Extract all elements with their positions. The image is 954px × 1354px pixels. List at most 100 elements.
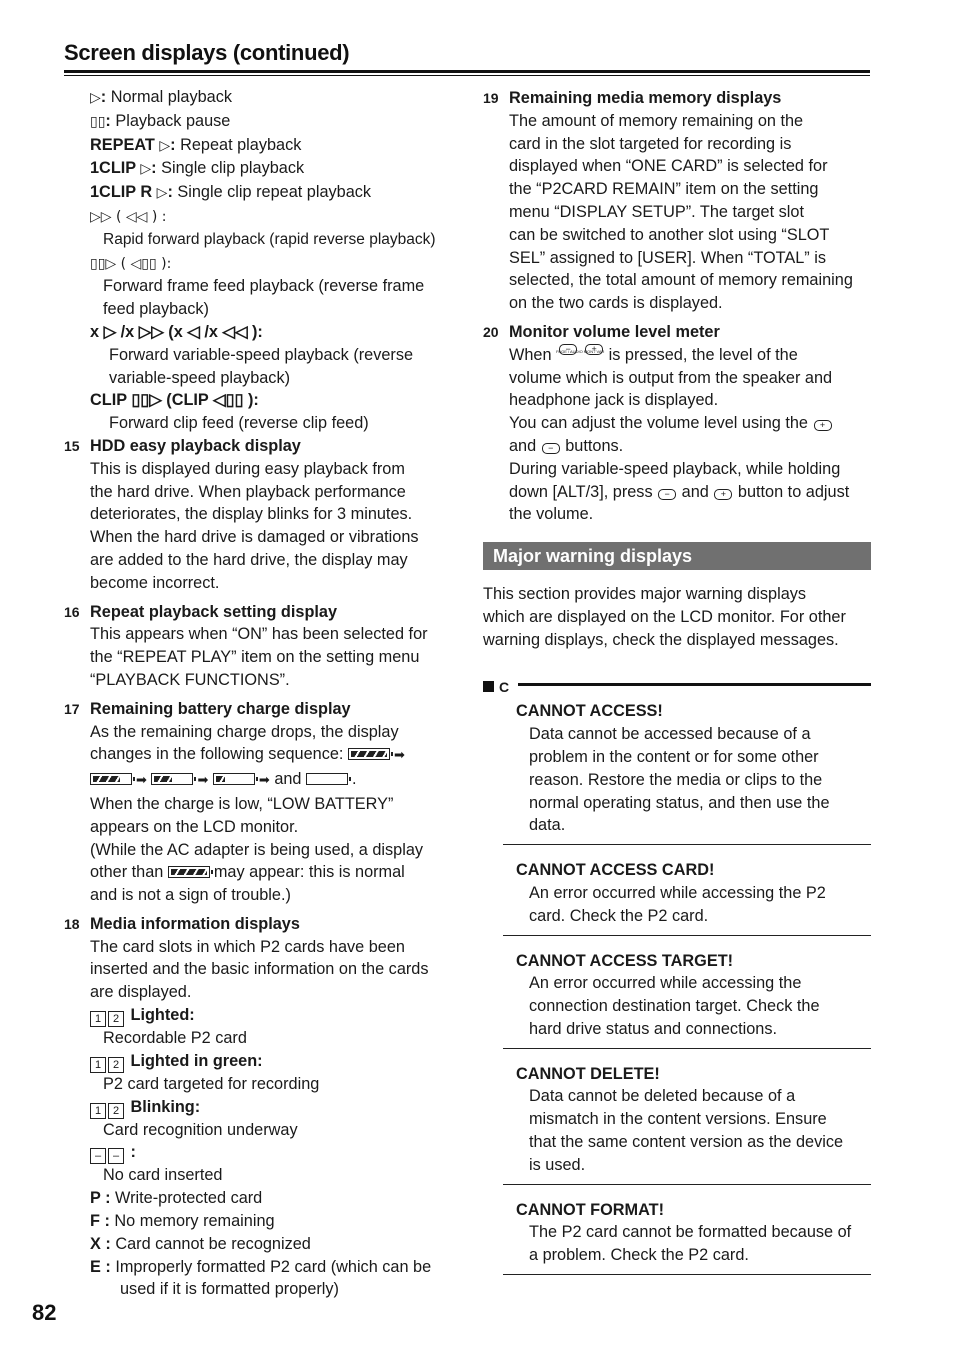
- slot-state-item: – – :: [90, 1141, 464, 1165]
- text-line: Data cannot be deleted because of a: [529, 1087, 796, 1106]
- text: and: [681, 482, 709, 501]
- playback-symbol-icon: ▷: [159, 137, 171, 154]
- card-code: X: [90, 1234, 106, 1253]
- text: button to adjust: [737, 482, 850, 501]
- text-line: menu “DISPLAY SETUP”. The target slot: [509, 202, 804, 221]
- battery-fill: [154, 776, 173, 783]
- text: buttons.: [565, 436, 624, 455]
- warning-item: CANNOT DELETE! Data cannot be deleted bec…: [503, 1049, 871, 1185]
- playback-symbol-icon: ▷: [156, 185, 168, 202]
- text-line: An error occurred while accessing the P2: [529, 883, 826, 902]
- card-slot-icon: 2: [108, 1056, 124, 1073]
- section-20: 20 Monitor volume level meter When − + PA…: [483, 321, 871, 526]
- text-line: hard drive status and connections.: [529, 1019, 777, 1038]
- card-code-item: X : Card cannot be recognized: [90, 1233, 464, 1256]
- card-slot-icon: 1: [90, 1102, 106, 1119]
- text-line: (While the AC adapter is being used, a d…: [90, 840, 424, 859]
- section-title: Media information displays: [90, 914, 300, 933]
- warning-desc: Data cannot be deleted because of a misma…: [516, 1085, 871, 1176]
- text-line: the “P2CARD REMAIN” item on the setting: [509, 180, 819, 199]
- battery-fill: [170, 869, 207, 876]
- slot-state-item: 12 Lighted in green:: [90, 1050, 464, 1073]
- playback-mode-item: ▯▯: Playback pause: [64, 110, 464, 134]
- warning-desc: An error occurred while accessing the con…: [516, 972, 871, 1040]
- text-line: inserted and the basic information on th…: [90, 960, 429, 979]
- text-line: a problem. Check the P2 card.: [529, 1246, 749, 1265]
- text: other than: [90, 863, 164, 882]
- section-number: 19: [483, 90, 499, 106]
- battery-icon: [151, 773, 197, 786]
- battery-icon: [90, 773, 135, 786]
- section-number: 17: [64, 700, 80, 717]
- colon: :: [105, 1234, 116, 1253]
- text-line: the hard drive. When playback performanc…: [90, 482, 406, 501]
- card-code-item: F : No memory remaining: [90, 1210, 464, 1233]
- card-code-item: P : Write-protected card: [90, 1187, 464, 1210]
- card-slot-icon: 2: [108, 1011, 124, 1028]
- text-line: data.: [529, 816, 566, 835]
- text-line: warning displays, check the displayed me…: [483, 630, 839, 649]
- text-line: mismatch in the content versions. Ensure: [529, 1110, 827, 1129]
- card-code: E: [90, 1257, 106, 1276]
- text-line: become incorrect.: [90, 573, 220, 592]
- colon: :: [105, 1257, 116, 1276]
- section-banner: Major warning displays: [483, 542, 871, 571]
- text-line: This section provides major warning disp…: [483, 585, 807, 604]
- section-title: HDD easy playback display: [90, 436, 301, 455]
- text-line: This is displayed during easy playback f…: [90, 459, 405, 478]
- text-line: card in the slot targeted for recording …: [509, 134, 792, 153]
- arrow-right-icon: ➡: [197, 773, 209, 789]
- colon: :: [105, 1189, 116, 1208]
- slot-state-label: :: [126, 1143, 136, 1162]
- section-number: 18: [64, 915, 80, 932]
- section-number: 16: [64, 603, 80, 620]
- rapid-desc: Rapid forward playback (rapid reverse pl…: [103, 230, 436, 248]
- battery-sequence-line: changes in the following sequence: ➡: [90, 743, 464, 768]
- section-17: 17 Remaining battery charge display As th…: [64, 698, 464, 907]
- intro-text: This section provides major warning disp…: [483, 583, 871, 651]
- card-slot-icon: 2: [108, 1102, 124, 1119]
- text-line: are displayed.: [90, 983, 192, 1002]
- plus-button-icon: +: [813, 420, 832, 432]
- right-column: 19 Remaining media memory displays The am…: [483, 87, 871, 1276]
- text-lines: The card slots in which P2 cards have be…: [90, 936, 464, 1004]
- warning-title: CANNOT DELETE!: [516, 1064, 660, 1083]
- text: down [ALT/3], press: [509, 482, 653, 501]
- text: changes in the following sequence:: [90, 745, 344, 764]
- battery-icon: [212, 773, 258, 786]
- card-code-desc: Card cannot be recognized: [115, 1234, 311, 1253]
- playback-mode-item: 1CLIP R ▷: Single clip repeat playback: [64, 181, 464, 205]
- text-line: deteriorates, the display blinks for 3 m…: [90, 505, 413, 524]
- rapid-label: ▷▷ ( ◁◁ ) :: [64, 205, 464, 229]
- warning-desc: An error occurred while accessing the P2…: [516, 882, 871, 928]
- battery-fill: [350, 751, 387, 758]
- section-body: The amount of memory remaining on the car…: [483, 110, 871, 315]
- warning-item: CANNOT ACCESS CARD! An error occurred whi…: [503, 845, 871, 936]
- slot-state-desc: Card recognition underway: [103, 1120, 298, 1139]
- text-line: can be switched to another slot using “S…: [509, 225, 830, 244]
- frame-desc-2: feed playback): [103, 300, 209, 319]
- variable-desc-1: Forward variable-speed playback (reverse: [109, 345, 414, 364]
- category-rule: [518, 683, 871, 687]
- card-slot-icon: –: [90, 1148, 106, 1165]
- text-line: When − + PAGE / AUDIO MON / VAR is press…: [509, 343, 871, 367]
- text: may appear: this is normal: [213, 863, 405, 882]
- text-line: headphone jack is displayed.: [509, 391, 719, 410]
- text-line: that the same content version as the dev…: [529, 1133, 844, 1152]
- text-line: the volume.: [509, 505, 594, 524]
- arrow-right-icon: ➡: [136, 773, 147, 789]
- minus-button-icon: −: [658, 488, 677, 500]
- battery-sequence-line-2: ➡ ➡ ➡ and .: [90, 768, 464, 793]
- text-line: The P2 card cannot be formatted because …: [529, 1223, 852, 1242]
- text-line: This appears when “ON” has been selected…: [90, 625, 428, 644]
- playback-symbol-icon: ▯▯: [90, 113, 106, 130]
- slot-state-label: Lighted in green:: [126, 1051, 263, 1070]
- text: and: [509, 436, 537, 455]
- arrow-right-icon: ➡: [258, 773, 270, 789]
- clip-label: CLIP ▯▯▷ (CLIP ◁▯▯ ):: [90, 391, 259, 410]
- text-line: The amount of memory remaining on the: [509, 111, 804, 130]
- header-rule: [64, 70, 870, 73]
- plus-button-icon: +: [714, 488, 733, 500]
- mode-desc: : Repeat playback: [170, 135, 302, 154]
- mode-desc: : Single clip repeat playback: [167, 183, 372, 202]
